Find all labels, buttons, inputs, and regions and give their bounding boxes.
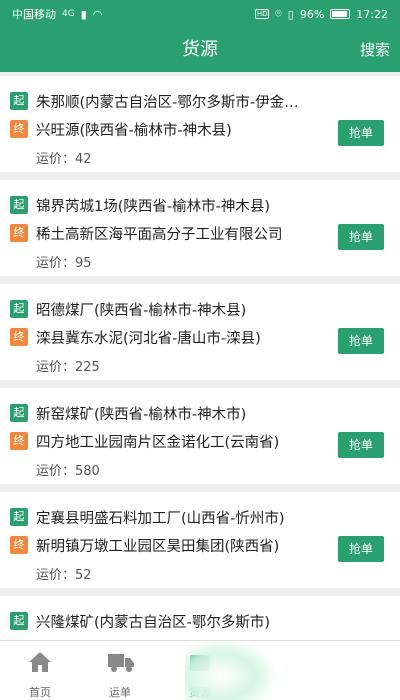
price-value: 52 bbox=[75, 568, 92, 583]
destination-text: 滦县冀东水泥(河北省-唐山市-滦县) bbox=[36, 330, 261, 347]
origin-text: 兴隆煤矿(内蒙古自治区-鄂尔多斯市) bbox=[36, 614, 271, 631]
destination-text: 新明镇万墩工业园区昊田集团(陕西省) bbox=[36, 538, 280, 555]
cargo-list[interactable]: 起朱那顺(内蒙古自治区-鄂尔多斯市-伊金霍洛旗) 终兴旺源(陕西省-榆林市-神木… bbox=[0, 72, 400, 640]
origin-text: 朱那顺(内蒙古自治区-鄂尔多斯市-伊金霍洛旗) bbox=[36, 94, 300, 111]
price-value: 225 bbox=[75, 360, 100, 375]
wifi-icon: ◠ bbox=[92, 7, 103, 21]
status-bar: 中国移动 4G ▮ ◠ HD ⌾ ▯ 96% 17:22 bbox=[0, 0, 400, 28]
app-bar: 货源 搜索 bbox=[0, 28, 400, 72]
price-value: 95 bbox=[75, 256, 92, 271]
carrier-name: 中国移动 bbox=[12, 8, 56, 21]
truck-icon bbox=[108, 654, 134, 672]
start-tag: 起 bbox=[10, 300, 28, 318]
start-tag: 起 bbox=[10, 92, 28, 110]
price-label: 运价： bbox=[36, 360, 76, 375]
tab-waybill-label: 运单 bbox=[109, 686, 131, 699]
cargo-card[interactable]: 起昭德煤厂(陕西省-榆林市-神木县) 终滦县冀东水泥(河北省-唐山市-滦县) 运… bbox=[0, 284, 400, 380]
battery-icon bbox=[330, 9, 351, 19]
price-text: 运价：225 bbox=[36, 356, 100, 375]
start-tag: 起 bbox=[10, 404, 28, 422]
cargo-card[interactable]: 起定襄县明盛石料加工厂(山西省-忻州市) 终新明镇万墩工业园区昊田集团(陕西省)… bbox=[0, 492, 400, 588]
price-label: 运价： bbox=[36, 152, 76, 167]
end-tag: 终 bbox=[10, 224, 28, 242]
grab-order-button[interactable]: 抢单 bbox=[338, 328, 384, 354]
location-icon: ⌾ bbox=[275, 7, 282, 20]
start-tag: 起 bbox=[10, 196, 28, 214]
price-value: 42 bbox=[75, 152, 92, 167]
price-text: 运价：95 bbox=[36, 252, 92, 271]
price-text: 运价：52 bbox=[36, 564, 92, 583]
destination-text: 四方地工业园南片区金诺化工(云南省) bbox=[36, 434, 280, 451]
cargo-card[interactable]: 起锦界芮城1场(陕西省-榆林市-神木县) 终稀土高新区海平面高分子工业有限公司 … bbox=[0, 180, 400, 276]
tab-home[interactable]: 首页 bbox=[0, 641, 80, 700]
end-tag: 终 bbox=[10, 536, 28, 554]
grab-order-button[interactable]: 抢单 bbox=[338, 224, 384, 250]
touch-highlight bbox=[185, 640, 275, 700]
price-label: 运价： bbox=[36, 256, 76, 271]
origin-text: 新窑煤矿(陕西省-榆林市-神木市) bbox=[36, 406, 247, 423]
cargo-card[interactable]: 起新窑煤矿(陕西省-榆林市-神木市) 终四方地工业园南片区金诺化工(云南省) 运… bbox=[0, 388, 400, 484]
price-text: 运价：42 bbox=[36, 148, 92, 167]
destination-text: 兴旺源(陕西省-榆林市-神木县) bbox=[36, 122, 232, 139]
origin-text: 昭德煤厂(陕西省-榆林市-神木县) bbox=[36, 302, 247, 319]
tab-waybill[interactable]: 运单 bbox=[80, 641, 160, 700]
destination-text: 稀土高新区海平面高分子工业有限公司 bbox=[36, 226, 283, 243]
battery-percent: 96% bbox=[299, 7, 325, 21]
start-tag: 起 bbox=[10, 612, 28, 630]
signal-icon: ▮ bbox=[80, 7, 87, 21]
page-title: 货源 bbox=[182, 39, 218, 60]
price-label: 运价： bbox=[36, 464, 76, 479]
end-tag: 终 bbox=[10, 120, 28, 138]
price-value: 580 bbox=[75, 464, 100, 479]
price-label: 运价： bbox=[36, 568, 76, 583]
cargo-card[interactable]: 起兴隆煤矿(内蒙古自治区-鄂尔多斯市) 抢单 bbox=[0, 596, 400, 640]
home-icon bbox=[29, 652, 51, 672]
network-type: 4G bbox=[62, 9, 75, 19]
origin-text: 锦界芮城1场(陕西省-榆林市-神木县) bbox=[36, 198, 271, 215]
grab-order-button[interactable]: 抢单 bbox=[338, 536, 384, 562]
tab-home-label: 首页 bbox=[29, 686, 51, 699]
start-tag: 起 bbox=[10, 508, 28, 526]
hd-icon: HD bbox=[255, 9, 270, 19]
cargo-card[interactable]: 起朱那顺(内蒙古自治区-鄂尔多斯市-伊金霍洛旗) 终兴旺源(陕西省-榆林市-神木… bbox=[0, 76, 400, 172]
search-button[interactable]: 搜索 bbox=[360, 28, 390, 72]
end-tag: 终 bbox=[10, 328, 28, 346]
origin-text: 定襄县明盛石料加工厂(山西省-忻州市) bbox=[36, 510, 285, 527]
grab-order-button[interactable]: 抢单 bbox=[338, 432, 384, 458]
end-tag: 终 bbox=[10, 432, 28, 450]
signal-strength-icon: ▯ bbox=[287, 7, 294, 21]
grab-order-button[interactable]: 抢单 bbox=[338, 120, 384, 146]
clock: 17:22 bbox=[356, 7, 388, 21]
price-text: 运价：580 bbox=[36, 460, 100, 479]
